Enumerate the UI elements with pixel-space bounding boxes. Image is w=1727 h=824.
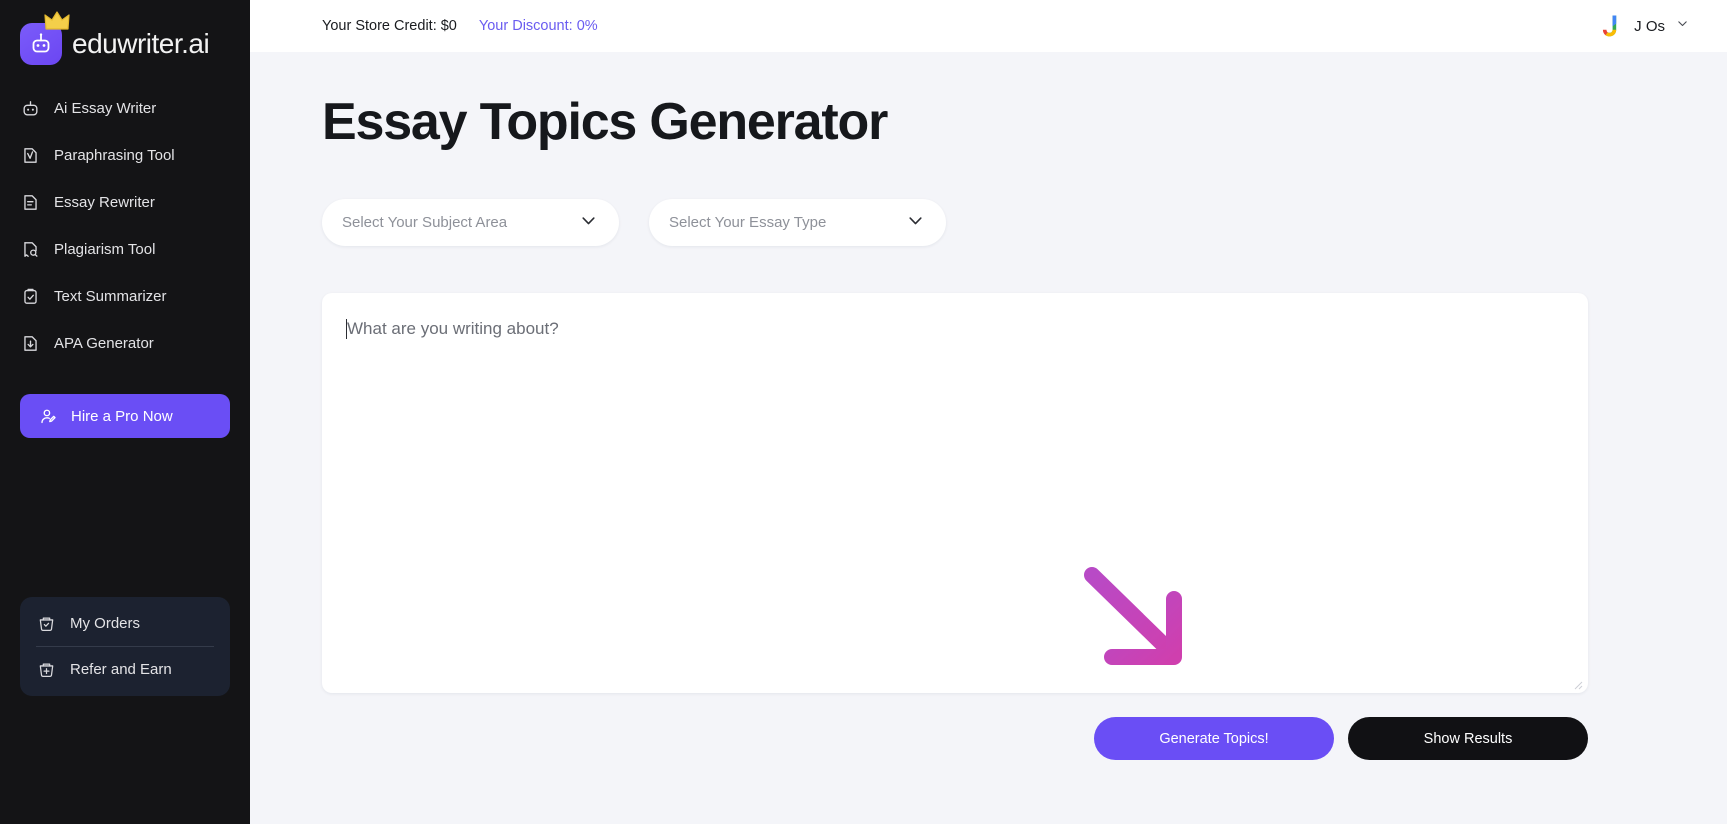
chevron-down-icon	[907, 212, 924, 233]
robot-icon	[20, 98, 40, 118]
sidebar: eduwriter.ai Ai Essay Writer Paraphrasin…	[0, 0, 250, 824]
sidebar-nav: Ai Essay Writer Paraphrasing Tool Essay …	[0, 88, 250, 370]
essay-type-placeholder: Select Your Essay Type	[669, 214, 827, 231]
sidebar-item-label: Ai Essay Writer	[54, 99, 157, 117]
sidebar-item-label: APA Generator	[54, 334, 154, 352]
sidebar-item-ai-essay-writer[interactable]: Ai Essay Writer	[0, 88, 250, 128]
topbar: Your Store Credit: $0 Your Discount: 0% …	[250, 0, 1727, 52]
sidebar-item-essay-rewriter[interactable]: Essay Rewriter	[0, 182, 250, 222]
clipboard-check-icon	[20, 286, 40, 306]
sidebar-item-plagiarism-tool[interactable]: Plagiarism Tool	[0, 229, 250, 269]
sidebar-item-label: Paraphrasing Tool	[54, 146, 175, 164]
brand-logo[interactable]: eduwriter.ai	[0, 0, 250, 70]
user-pen-icon	[38, 406, 58, 426]
show-results-button[interactable]: Show Results	[1348, 717, 1588, 760]
chevron-down-icon[interactable]	[1676, 17, 1689, 35]
document-lines-icon	[20, 192, 40, 212]
store-credit-label: Your Store Credit: $0	[322, 18, 457, 34]
action-buttons: Generate Topics! Show Results	[322, 717, 1588, 760]
textarea-resize-handle[interactable]	[1571, 677, 1583, 690]
sidebar-item-paraphrasing-tool[interactable]: Paraphrasing Tool	[0, 135, 250, 175]
sidebar-item-label: Text Summarizer	[54, 287, 167, 305]
essay-type-select[interactable]: Select Your Essay Type	[649, 199, 946, 246]
page-content: Essay Topics Generator Select Your Subje…	[250, 92, 1727, 760]
document-check-icon	[20, 145, 40, 165]
crown-icon	[44, 11, 70, 30]
sidebar-item-label: Plagiarism Tool	[54, 240, 156, 258]
editor-wrapper: What are you writing about?	[322, 293, 1588, 693]
gift-basket-icon	[36, 660, 56, 680]
editor-placeholder-row: What are you writing about?	[346, 319, 1564, 339]
editor-placeholder: What are you writing about?	[347, 319, 559, 338]
user-name: J Os	[1634, 17, 1665, 35]
generate-topics-button[interactable]: Generate Topics!	[1094, 717, 1334, 760]
avatar	[1597, 13, 1623, 39]
subject-area-placeholder: Select Your Subject Area	[342, 214, 508, 231]
discount-link[interactable]: Your Discount: 0%	[479, 18, 598, 34]
app-root: eduwriter.ai Ai Essay Writer Paraphrasin…	[0, 0, 1727, 824]
user-menu[interactable]: J Os	[1597, 13, 1689, 39]
sidebar-item-apa-generator[interactable]: APA Generator	[0, 323, 250, 363]
basket-check-icon	[36, 614, 56, 634]
page-title: Essay Topics Generator	[322, 93, 888, 151]
hire-a-pro-now-label: Hire a Pro Now	[71, 407, 173, 425]
robot-logo-icon	[20, 11, 70, 65]
sidebar-item-label: My Orders	[70, 615, 141, 632]
sidebar-bottom-box: My Orders Refer and Earn	[20, 597, 230, 696]
document-search-icon	[20, 239, 40, 259]
sidebar-item-label: Refer and Earn	[70, 661, 172, 678]
sidebar-item-text-summarizer[interactable]: Text Summarizer	[0, 276, 250, 316]
main-area: Your Store Credit: $0 Your Discount: 0% …	[250, 0, 1727, 824]
sidebar-item-label: Essay Rewriter	[54, 193, 155, 211]
brand-name: eduwriter.ai	[72, 28, 210, 59]
essay-topic-textarea[interactable]: What are you writing about?	[322, 293, 1588, 693]
hire-a-pro-now-button[interactable]: Hire a Pro Now	[20, 394, 230, 438]
sidebar-item-my-orders[interactable]: My Orders	[20, 601, 230, 646]
chevron-down-icon	[580, 212, 597, 233]
subject-area-select[interactable]: Select Your Subject Area	[322, 199, 619, 246]
selectors-row: Select Your Subject Area Select Your Ess…	[322, 199, 1727, 246]
document-download-icon	[20, 333, 40, 353]
sidebar-item-refer-and-earn[interactable]: Refer and Earn	[20, 647, 230, 692]
